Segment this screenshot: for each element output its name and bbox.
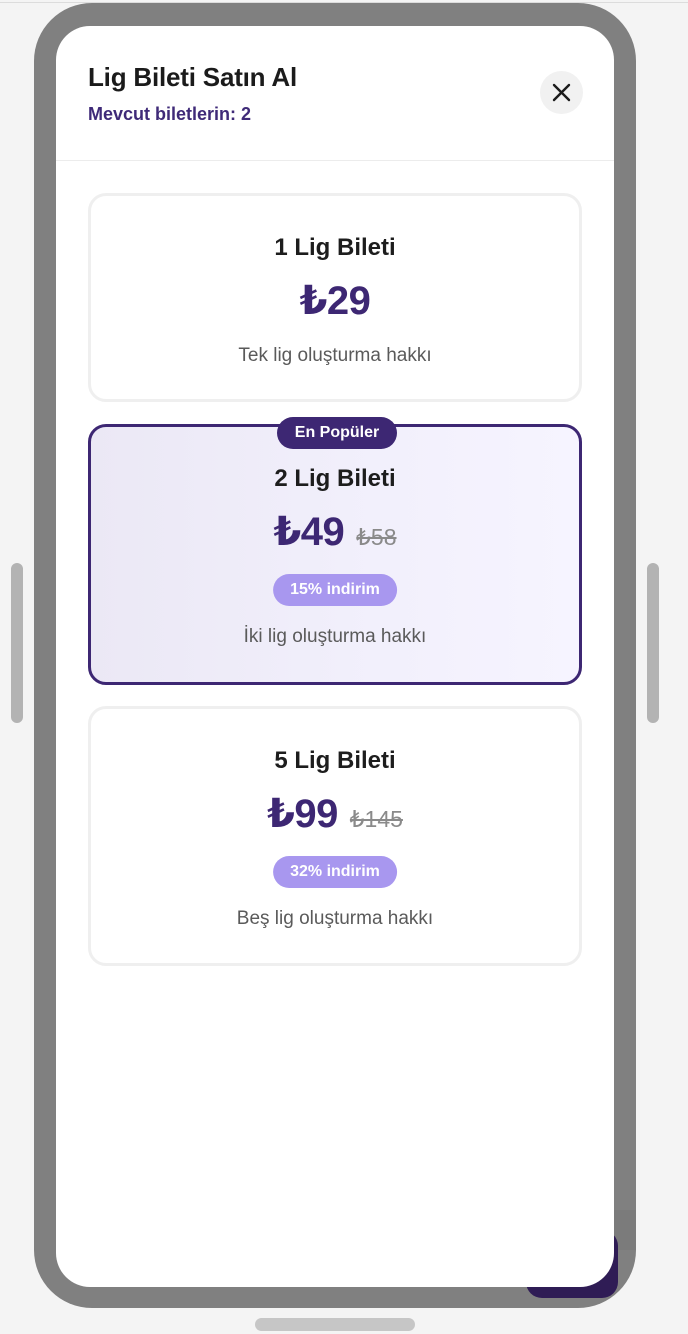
package-card-2[interactable]: En Popüler 2 Lig Bileti ₺49 ₺58 15% indi… [88,417,582,685]
home-indicator [255,1318,415,1331]
package-price: ₺99 [267,792,338,836]
package-card-3[interactable]: 5 Lig Bileti ₺99 ₺145 32% indirim Beş li… [88,706,582,966]
modal-title: Lig Bileti Satın Al [88,62,298,92]
package-price: ₺29 [299,279,371,323]
package-description: Tek lig oluşturma hakkı [238,345,432,366]
package-title: 2 Lig Bileti [274,465,396,492]
modal-header: Lig Bileti Satın Al Mevcut biletlerin: 2 [56,26,614,161]
right-scroll-handle[interactable] [647,563,659,723]
package-card-1[interactable]: 1 Lig Bileti ₺29 Tek lig oluşturma hakkı [88,193,582,402]
package-title: 1 Lig Bileti [274,234,396,261]
package-title: 5 Lig Bileti [274,747,396,774]
close-icon [552,83,571,102]
price-row: ₺49 ₺58 [91,509,579,555]
close-button[interactable] [540,71,583,114]
price-row: ₺99 ₺145 [91,791,579,837]
package-old-price: ₺145 [349,806,403,832]
price-row: ₺29 [91,278,579,324]
package-description: İki lig oluşturma hakkı [243,626,427,647]
purchase-modal: Lig Bileti Satın Al Mevcut biletlerin: 2… [56,26,614,1287]
discount-badge: 15% indirim [273,574,397,606]
popular-badge: En Popüler [277,417,397,449]
package-old-price: ₺58 [356,524,397,550]
package-price: ₺49 [273,510,345,554]
package-description: Beş lig oluşturma hakkı [236,908,434,929]
left-scroll-handle[interactable] [11,563,23,723]
discount-badge: 32% indirim [273,856,397,888]
ticket-count: Mevcut biletlerin: 2 [88,104,252,124]
